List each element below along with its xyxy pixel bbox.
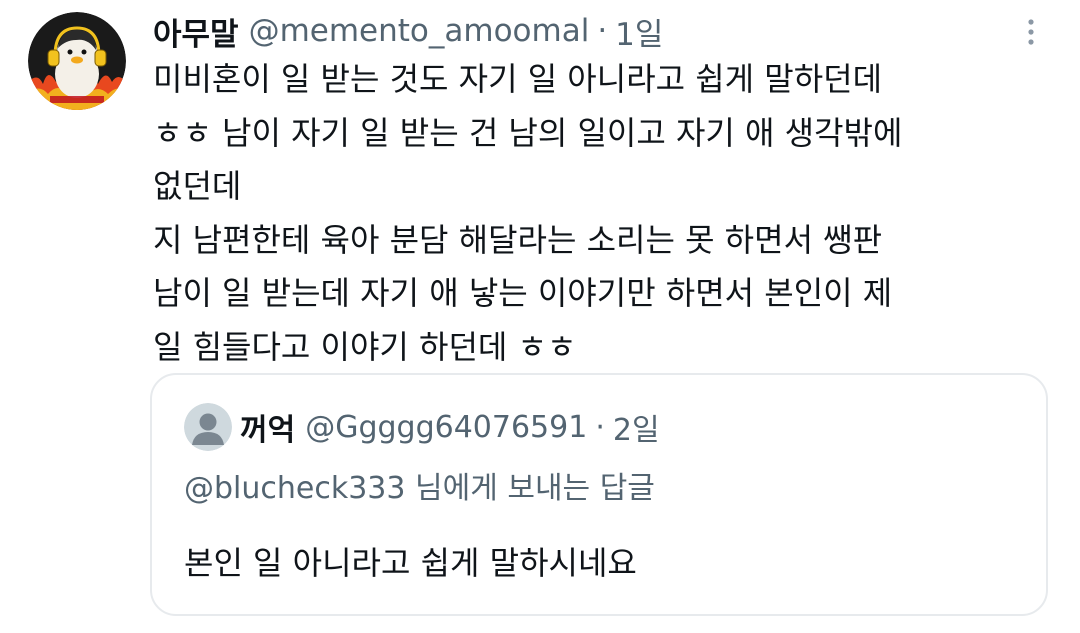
author-avatar[interactable]	[28, 12, 126, 110]
default-profile-icon	[184, 403, 232, 451]
reply-mention: @blucheck333	[184, 471, 406, 506]
penguin-headphones-avatar-icon	[28, 12, 126, 110]
author-handle[interactable]: @memento_amoomal	[249, 13, 590, 49]
author-display-name[interactable]: 아무말	[153, 9, 239, 54]
quoted-author-display-name: 꺼억	[240, 413, 296, 448]
tweet-timestamp[interactable]: 1일	[615, 9, 663, 54]
tweet-body-line: ㅎㅎ 남이 자기 일 받는 건 남의 일이고 자기 애 생각밖에	[153, 113, 903, 152]
quoted-author-avatar	[184, 403, 232, 451]
tweet-body-line: 남이 일 받는데 자기 애 낳는 이야기만 하면서 본인이 제	[153, 274, 893, 312]
tweet-body-line: 미비혼이 일 받는 것도 자기 일 아니라고 쉽게 말하던데	[153, 60, 883, 98]
reply-suffix: 님에게 보내는 답글	[405, 471, 655, 506]
quoted-author-handle: @Ggggg64076591	[305, 409, 588, 445]
separator-dot: ·	[595, 409, 605, 445]
replying-to-text: @blucheck333 님에게 보내는 답글	[184, 463, 655, 507]
quoted-tweet-header: 꺼억 @Ggggg64076591 · 2일	[240, 403, 660, 451]
separator-dot: ·	[597, 13, 608, 49]
tweet-body-line: 지 남편한테 육아 분담 해달라는 소리는 못 하면서 쌩판	[153, 220, 883, 259]
tweet-body-line: 일 힘들다고 이야기 하던데 ㅎㅎ	[153, 327, 577, 366]
tweet-body: 미비혼이 일 받는 것도 자기 일 아니라고 쉽게 말하던데 ㅎㅎ 남이 자기 …	[153, 53, 1058, 374]
quoted-tweet-timestamp: 2일	[612, 413, 660, 448]
tweet-body-line: 없던데	[153, 167, 242, 205]
tweet-header: 아무말 @memento_amoomal · 1일	[153, 8, 663, 54]
more-options-button[interactable]	[1016, 14, 1046, 50]
tweet[interactable]: 아무말 @memento_amoomal · 1일 미비혼이 일 받는 것도 자…	[0, 0, 1080, 633]
quoted-tweet-card[interactable]: 꺼억 @Ggggg64076591 · 2일 @blucheck333 님에게 …	[150, 373, 1048, 616]
quoted-tweet-text: 본인 일 아니라고 쉽게 말하시네요	[184, 544, 637, 582]
more-vertical-icon	[1028, 19, 1034, 45]
